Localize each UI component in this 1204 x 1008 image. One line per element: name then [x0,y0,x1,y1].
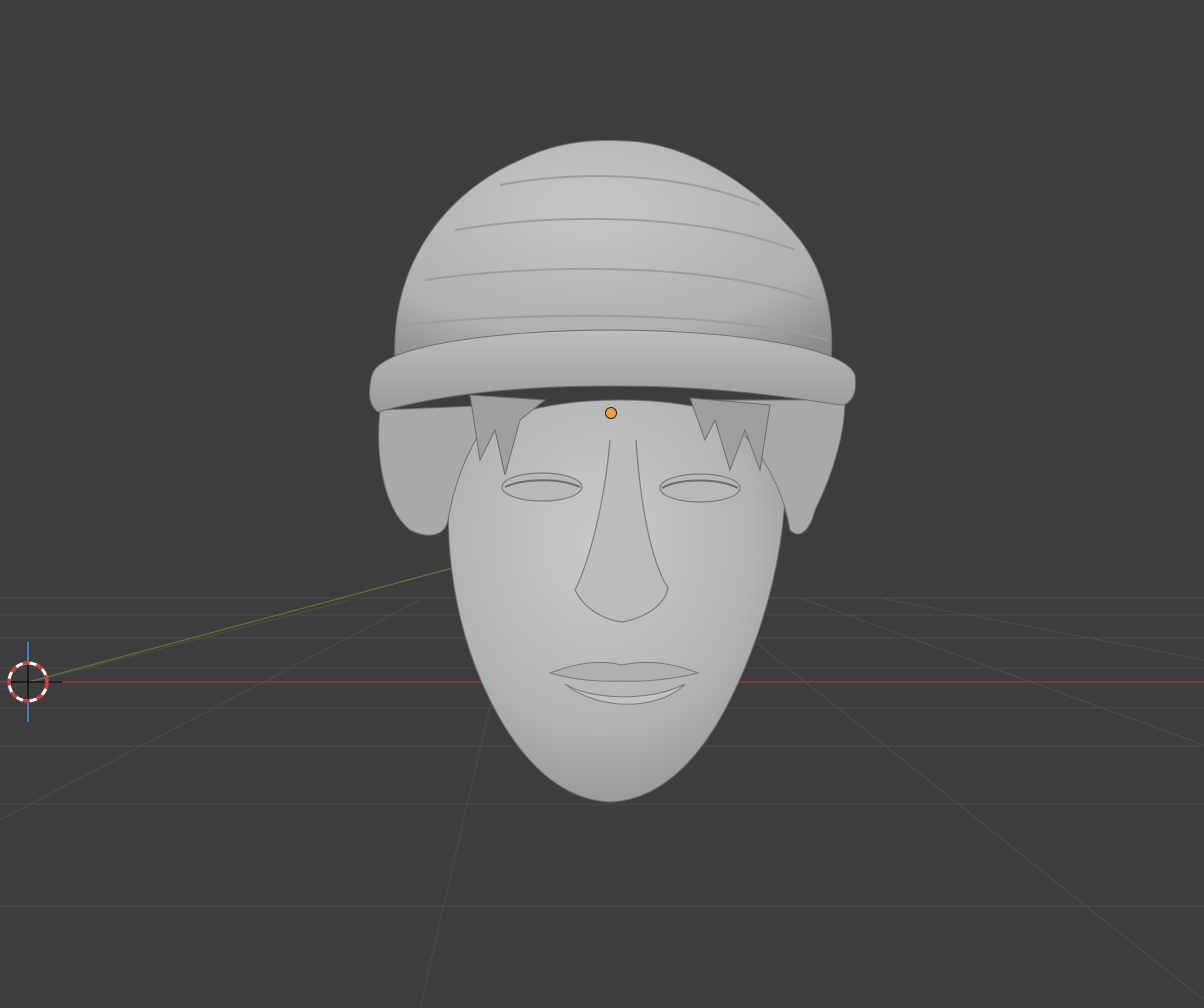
right-eye [659,473,741,503]
3d-viewport[interactable] [0,0,1204,1008]
3d-cursor-icon[interactable] [7,642,62,722]
head-mesh-object[interactable] [369,139,857,803]
viewport-canvas[interactable] [0,0,1204,1008]
object-origin-point[interactable] [605,407,617,419]
y-axis-line [27,565,461,683]
left-eye [501,472,583,502]
